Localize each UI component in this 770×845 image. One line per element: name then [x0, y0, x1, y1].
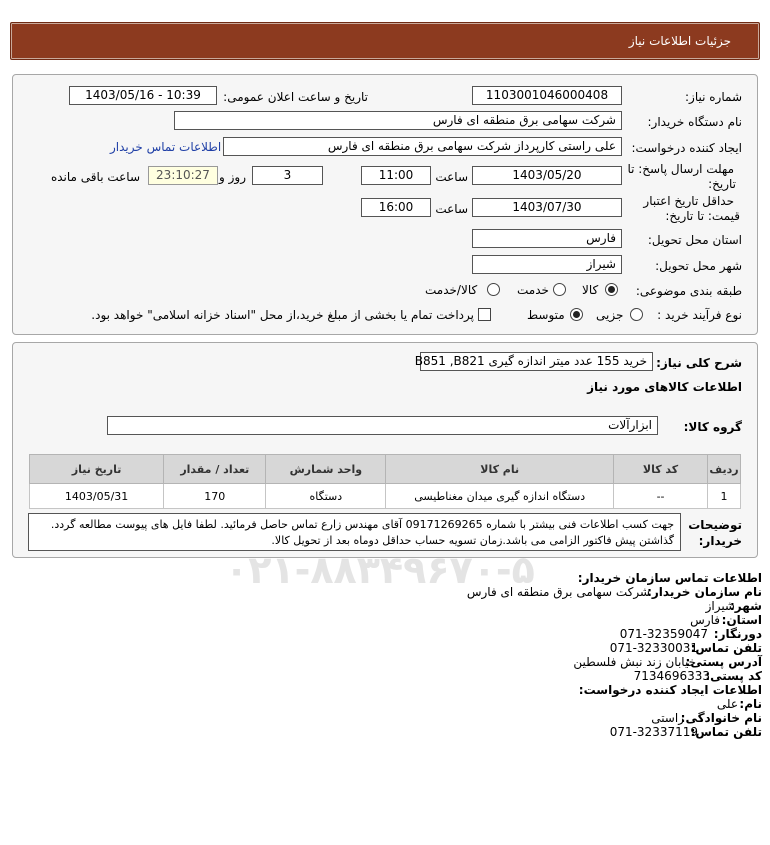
validity-date-field: 1403/07/30: [472, 198, 622, 217]
validity-time-field: 16:00: [361, 198, 431, 217]
creator-family-value: راستی: [651, 711, 684, 725]
validity-label-1: حداقل تاریخ اعتبار: [643, 194, 734, 208]
goods-info-title: اطلاعات کالاهای مورد نیاز: [587, 380, 742, 394]
notes-label-1: توضیحات: [688, 518, 742, 532]
category-radio-goods-service[interactable]: [487, 283, 500, 296]
city-label: شهر محل تحویل:: [655, 259, 742, 273]
validity-label-2: قیمت: تا تاریخ:: [665, 209, 740, 223]
province-field: فارس: [472, 229, 622, 248]
buyer-label: نام دستگاه خریدار:: [647, 115, 743, 129]
cell-name: دستگاه اندازه گیری میدان مغناطیسی: [385, 483, 615, 509]
phone-label: تلفن تماس:: [690, 641, 762, 655]
payment-note: پرداخت تمام یا بخشی از مبلغ خرید،از محل …: [91, 308, 474, 322]
contact-title: اطلاعات تماس سازمان خریدار:: [577, 571, 762, 585]
col-name: نام کالا: [385, 454, 615, 484]
deadline-date-field: 1403/05/20: [472, 166, 622, 185]
address-value: خیابان زند نبش فلسطین: [573, 655, 696, 669]
treasury-payment-checkbox[interactable]: [478, 308, 491, 321]
remaining-time-field: 23:10:27: [148, 166, 218, 185]
col-code: کد کالا: [613, 454, 709, 484]
deadline-time-field: 11:00: [361, 166, 431, 185]
validity-time-label: ساعت: [435, 202, 468, 216]
announce-field: 1403/05/16 - 10:39: [69, 86, 217, 105]
category-option-service: خدمت: [517, 283, 549, 297]
table-row: 1 -- دستگاه اندازه گیری میدان مغناطیسی د…: [28, 483, 741, 509]
creator-name-value: علی: [716, 697, 738, 711]
page-header: جزئیات اطلاعات نیاز: [10, 22, 760, 60]
summary-label: شرح کلی نیاز:: [656, 356, 742, 370]
contact-province-label: استان:: [721, 613, 762, 627]
process-label: نوع فرآیند خرید :: [657, 308, 742, 322]
cell-qty: 170: [163, 483, 267, 509]
category-radio-service[interactable]: [553, 283, 566, 296]
goods-table: ردیف کد کالا نام کالا واحد شمارش تعداد /…: [28, 454, 741, 509]
contact-city-value: شیراز: [705, 599, 735, 613]
org-value: شرکت سهامی برق منطقه ای فارس: [466, 585, 650, 599]
postal-label: کد پستی:: [705, 669, 762, 683]
page-title: جزئیات اطلاعات نیاز: [628, 34, 731, 48]
cell-unit: دستگاه: [265, 483, 387, 509]
announce-label: تاریخ و ساعت اعلان عمومی:: [223, 90, 368, 104]
org-label: نام سازمان خریدار:: [647, 585, 762, 599]
process-option-minor: جزیی: [596, 308, 624, 322]
category-option-goods: کالا: [582, 283, 599, 297]
remaining-label: ساعت باقی مانده: [50, 170, 140, 184]
buyer-contact-link[interactable]: اطلاعات تماس خریدار: [110, 140, 221, 154]
process-radio-minor[interactable]: [630, 308, 643, 321]
category-radio-goods[interactable]: [605, 283, 618, 296]
need-number-field: 1103001046000408: [472, 86, 622, 105]
col-qty: تعداد / مقدار: [163, 454, 267, 484]
notes-label-2: خریدار:: [698, 534, 742, 548]
fax-value: 071-32359047: [619, 627, 708, 641]
summary-field: خرید 155 عدد میتر اندازه گیری B851 ,B821: [415, 352, 653, 371]
creator-label: ایجاد کننده درخواست:: [631, 141, 742, 155]
deadline-time-label: ساعت: [435, 170, 468, 184]
deadline-label-1: مهلت ارسال پاسخ: تا: [627, 162, 734, 176]
cell-code: --: [613, 483, 709, 509]
col-row: ردیف: [707, 454, 741, 484]
need-number-label: شماره نیاز:: [685, 90, 742, 104]
col-date: تاریخ نیاز: [28, 454, 165, 484]
goods-group-label: گروه کالا:: [683, 420, 742, 434]
col-unit: واحد شمارش: [265, 454, 387, 484]
days-field: 3: [252, 166, 323, 185]
goods-group-field: ابزارآلات: [107, 416, 658, 435]
creator-family-label: نام خانوادگی:: [680, 711, 762, 725]
phone-value: 071-32330031: [609, 641, 698, 655]
city-field: شیراز: [472, 255, 622, 274]
creator-phone-label: تلفن تماس:: [690, 725, 762, 739]
creator-name-label: نام:: [739, 697, 762, 711]
creator-field: علی راستی کارپرداز شرکت سهامی برق منطقه …: [223, 137, 622, 156]
cell-date: 1403/05/31: [28, 483, 165, 509]
contact-province-value: فارس: [690, 613, 720, 627]
buyer-notes-field: جهت کسب اطلاعات فنی بیشتر با شماره 09171…: [28, 513, 681, 551]
buyer-field: شرکت سهامی برق منطقه ای فارس: [174, 111, 622, 130]
province-label: استان محل تحویل:: [647, 233, 742, 247]
deadline-label-2: تاریخ:: [708, 177, 736, 191]
creator-phone-value: 071-32337119: [609, 725, 698, 739]
days-label: روز و: [219, 170, 246, 184]
category-label: طبقه بندی موضوعی:: [635, 284, 742, 298]
cell-row: 1: [707, 483, 741, 509]
fax-label: دورنگار:: [713, 627, 762, 641]
creator-info-title: اطلاعات ایجاد کننده درخواست:: [578, 683, 762, 697]
postal-value: 7134696333: [633, 669, 710, 683]
category-option-goods-service: کالا/خدمت: [425, 283, 478, 297]
process-option-medium: متوسط: [527, 308, 565, 322]
address-label: آدرس پستی:: [685, 655, 762, 669]
process-radio-medium[interactable]: [570, 308, 583, 321]
